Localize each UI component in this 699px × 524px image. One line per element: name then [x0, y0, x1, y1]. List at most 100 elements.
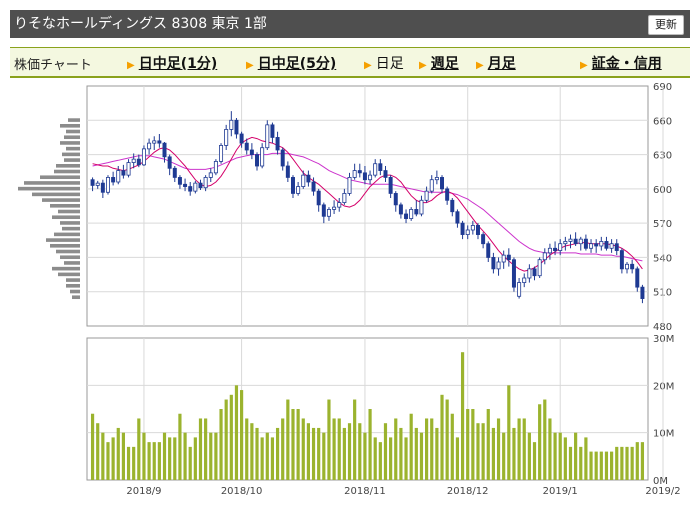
- candle-down: [455, 211, 460, 224]
- candle-up: [342, 193, 347, 203]
- volume-bar: [389, 437, 393, 480]
- stock-chart: 4805105405706006306606900M10M20M30M2018/…: [0, 78, 699, 520]
- candle-down: [198, 182, 203, 189]
- candle-down: [177, 177, 182, 185]
- volume-bar: [317, 427, 321, 480]
- volume-bar: [620, 446, 624, 480]
- volume-profile-bar: [52, 215, 80, 220]
- month-label: 2018/9: [126, 486, 161, 497]
- volume-bar: [234, 385, 239, 480]
- candle-down: [136, 158, 141, 166]
- volume-bar: [378, 442, 382, 480]
- volume-bar: [491, 427, 495, 480]
- volume-bar: [322, 432, 326, 480]
- candle-down: [583, 238, 588, 249]
- volume-bar: [558, 432, 562, 480]
- volume-bar: [286, 399, 290, 480]
- volume-bar: [481, 423, 485, 480]
- volume-profile-bar: [50, 244, 80, 248]
- volume-profile-bar: [72, 295, 80, 300]
- chart-tab-bar: 株価チャート ▶ 日中足(1分) ▶ 日中足(5分) ▶ 日足 ▶ 週足 ▶ 月足 ▶ 証金…: [10, 47, 690, 78]
- volume-bar: [116, 427, 120, 480]
- volume-bar: [306, 423, 310, 480]
- candle-down: [506, 254, 511, 261]
- volume-bar: [358, 423, 362, 480]
- tab-intraday-5min[interactable]: ▶ 日中足(5分): [246, 53, 336, 73]
- volume-bar: [224, 399, 228, 480]
- volume-tick-label: 20M: [653, 381, 674, 392]
- volume-bar: [363, 432, 367, 480]
- volume-bar: [635, 442, 639, 480]
- tab-daily[interactable]: ▶ 日足: [364, 53, 404, 73]
- candle-up: [224, 129, 229, 146]
- volume-profile-bar: [68, 118, 80, 122]
- candle-down: [640, 286, 645, 299]
- candle-down: [90, 179, 95, 186]
- tab-intraday-1min[interactable]: ▶ 日中足(1分): [127, 53, 217, 73]
- volume-profile-bar: [46, 238, 80, 242]
- volume-bar: [517, 418, 521, 480]
- month-label: 2019/2: [645, 486, 680, 497]
- candle-up: [609, 243, 614, 249]
- volume-bar: [250, 423, 254, 480]
- candle-up: [496, 261, 501, 270]
- price-panel-frame: [86, 85, 649, 327]
- volume-bar: [173, 437, 177, 480]
- volume-profile-bar: [54, 232, 80, 237]
- volume-bar: [460, 352, 465, 480]
- candle-up: [419, 199, 424, 215]
- candle-down: [316, 190, 321, 206]
- volume-bar: [450, 413, 454, 480]
- tab-margin-credit[interactable]: ▶ 証金・信用: [580, 53, 662, 73]
- volume-bar: [466, 409, 470, 480]
- volume-profile-bar: [60, 124, 80, 128]
- candle-up: [434, 177, 439, 181]
- candle-up: [522, 277, 527, 283]
- volume-profile-bar: [56, 249, 80, 254]
- tab-weekly[interactable]: ▶ 週足: [419, 53, 459, 73]
- page-title: りそなホールディングス 8308 東京 1部: [14, 16, 267, 32]
- candle-down: [357, 170, 362, 174]
- volume-bar: [419, 432, 424, 480]
- candle-down: [239, 133, 244, 144]
- volume-bar: [193, 437, 197, 480]
- candle-down: [398, 204, 403, 215]
- volume-profile-bar: [56, 164, 80, 168]
- candle-up: [599, 241, 604, 247]
- volume-bar: [311, 427, 316, 480]
- volume-bar: [543, 399, 547, 480]
- volume-bar: [630, 446, 634, 480]
- candle-down: [362, 172, 367, 181]
- volume-bar: [409, 413, 413, 480]
- candle-down: [100, 182, 105, 193]
- volume-profile-bar: [64, 261, 80, 265]
- tab-monthly[interactable]: ▶ 月足: [476, 53, 516, 73]
- refresh-button[interactable]: 更新: [648, 15, 684, 35]
- volume-profile-bar: [70, 289, 80, 294]
- candle-down: [157, 140, 162, 144]
- volume-bar: [229, 394, 233, 480]
- volume-bar: [353, 399, 357, 480]
- candle-down: [280, 149, 285, 167]
- volume-profile-bar: [42, 198, 80, 202]
- volume-bar: [584, 437, 588, 480]
- candle-up: [265, 124, 270, 149]
- volume-bar: [270, 437, 275, 480]
- stock-chart-svg: 4805105405706006306606900M10M20M30M2018/…: [18, 82, 681, 497]
- volume-bar: [132, 446, 136, 480]
- candle-down: [573, 238, 578, 245]
- volume-bar: [342, 427, 346, 480]
- volume-tick-label: 30M: [653, 334, 674, 345]
- volume-profile-bar: [58, 209, 80, 214]
- volume-profile-bar: [32, 192, 80, 197]
- candle-up: [347, 177, 352, 194]
- volume-profile-bar: [66, 129, 80, 134]
- candle-down: [121, 170, 126, 176]
- candle-down: [414, 209, 419, 215]
- candle-down: [450, 199, 455, 213]
- candle-down: [511, 259, 516, 288]
- volume-bar: [548, 418, 552, 480]
- volume-bar: [507, 385, 511, 480]
- candle-up: [470, 225, 475, 231]
- candle-down: [249, 149, 254, 155]
